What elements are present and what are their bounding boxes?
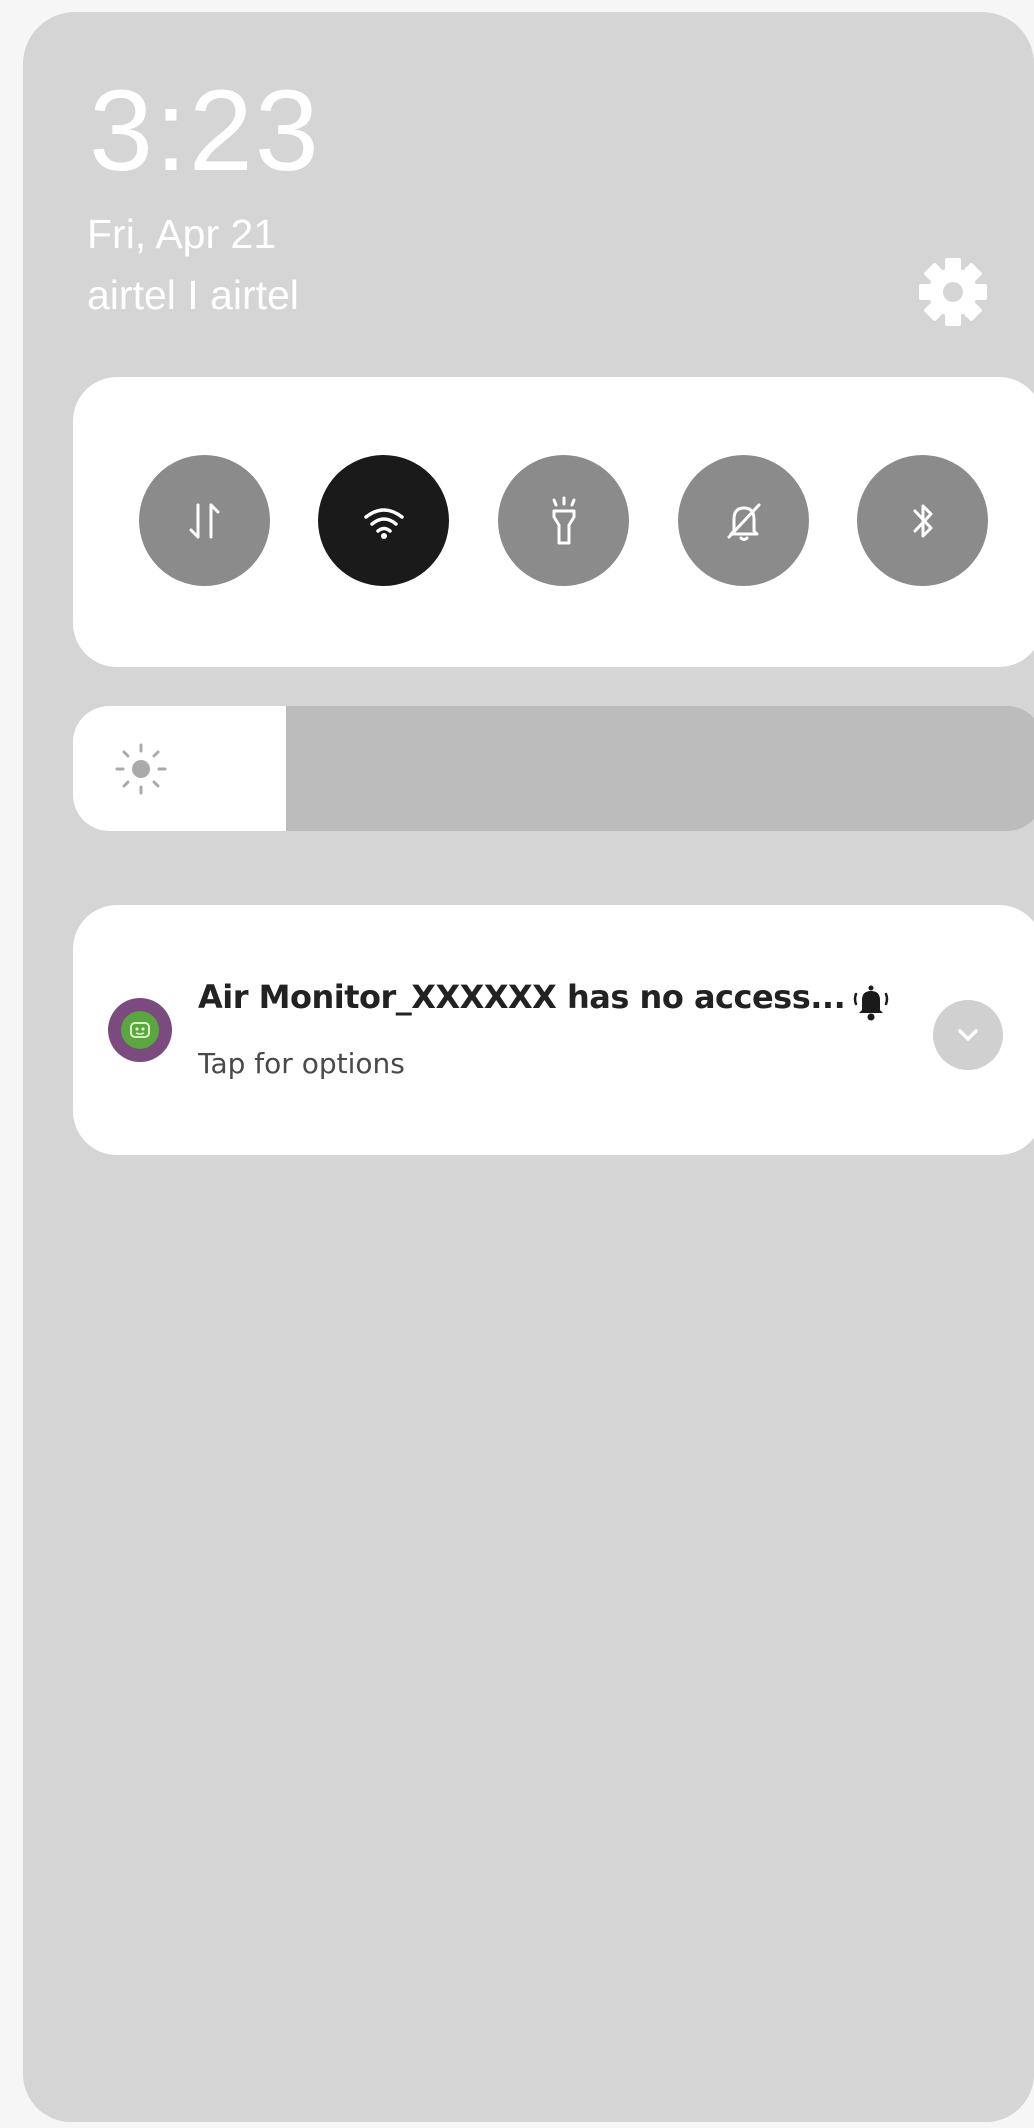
data-transfer-arrows-icon (189, 503, 219, 538)
bell-ringing-icon (853, 985, 889, 1021)
notification-title: Air Monitor_XXXXXX has no access... (198, 978, 846, 1016)
brightness-slider[interactable] (73, 706, 1034, 831)
settings-gear-icon[interactable] (913, 252, 993, 332)
qs-tile-mute[interactable] (678, 455, 809, 586)
wifi-icon (363, 507, 404, 539)
bluetooth-icon (913, 504, 932, 537)
carrier-label: airtel I airtel (87, 272, 299, 318)
air-monitor-app-icon (108, 998, 172, 1062)
qs-tile-flashlight[interactable] (498, 455, 629, 586)
notification-card[interactable]: Air Monitor_XXXXXX has no access... Tap … (73, 905, 1034, 1155)
brightness-level-fill (73, 706, 287, 831)
notification-shade: 3:23 Fri, Apr 21 airtel I airtel Air Mon… (23, 12, 1034, 2122)
quick-settings-panel (73, 377, 1034, 667)
bell-off-icon (727, 503, 760, 541)
qs-tile-bluetooth[interactable] (857, 455, 988, 586)
flashlight-icon (552, 496, 575, 544)
clock-time: 3:23 (89, 67, 321, 195)
notification-subtitle: Tap for options (198, 1047, 405, 1080)
notification-expand-button[interactable] (933, 1000, 1003, 1070)
qs-tile-mobile-data[interactable] (139, 455, 270, 586)
date-label: Fri, Apr 21 (87, 211, 277, 257)
sun-icon (115, 743, 167, 795)
qs-tile-wifi[interactable] (318, 455, 449, 586)
chevron-down-icon (958, 1029, 978, 1041)
